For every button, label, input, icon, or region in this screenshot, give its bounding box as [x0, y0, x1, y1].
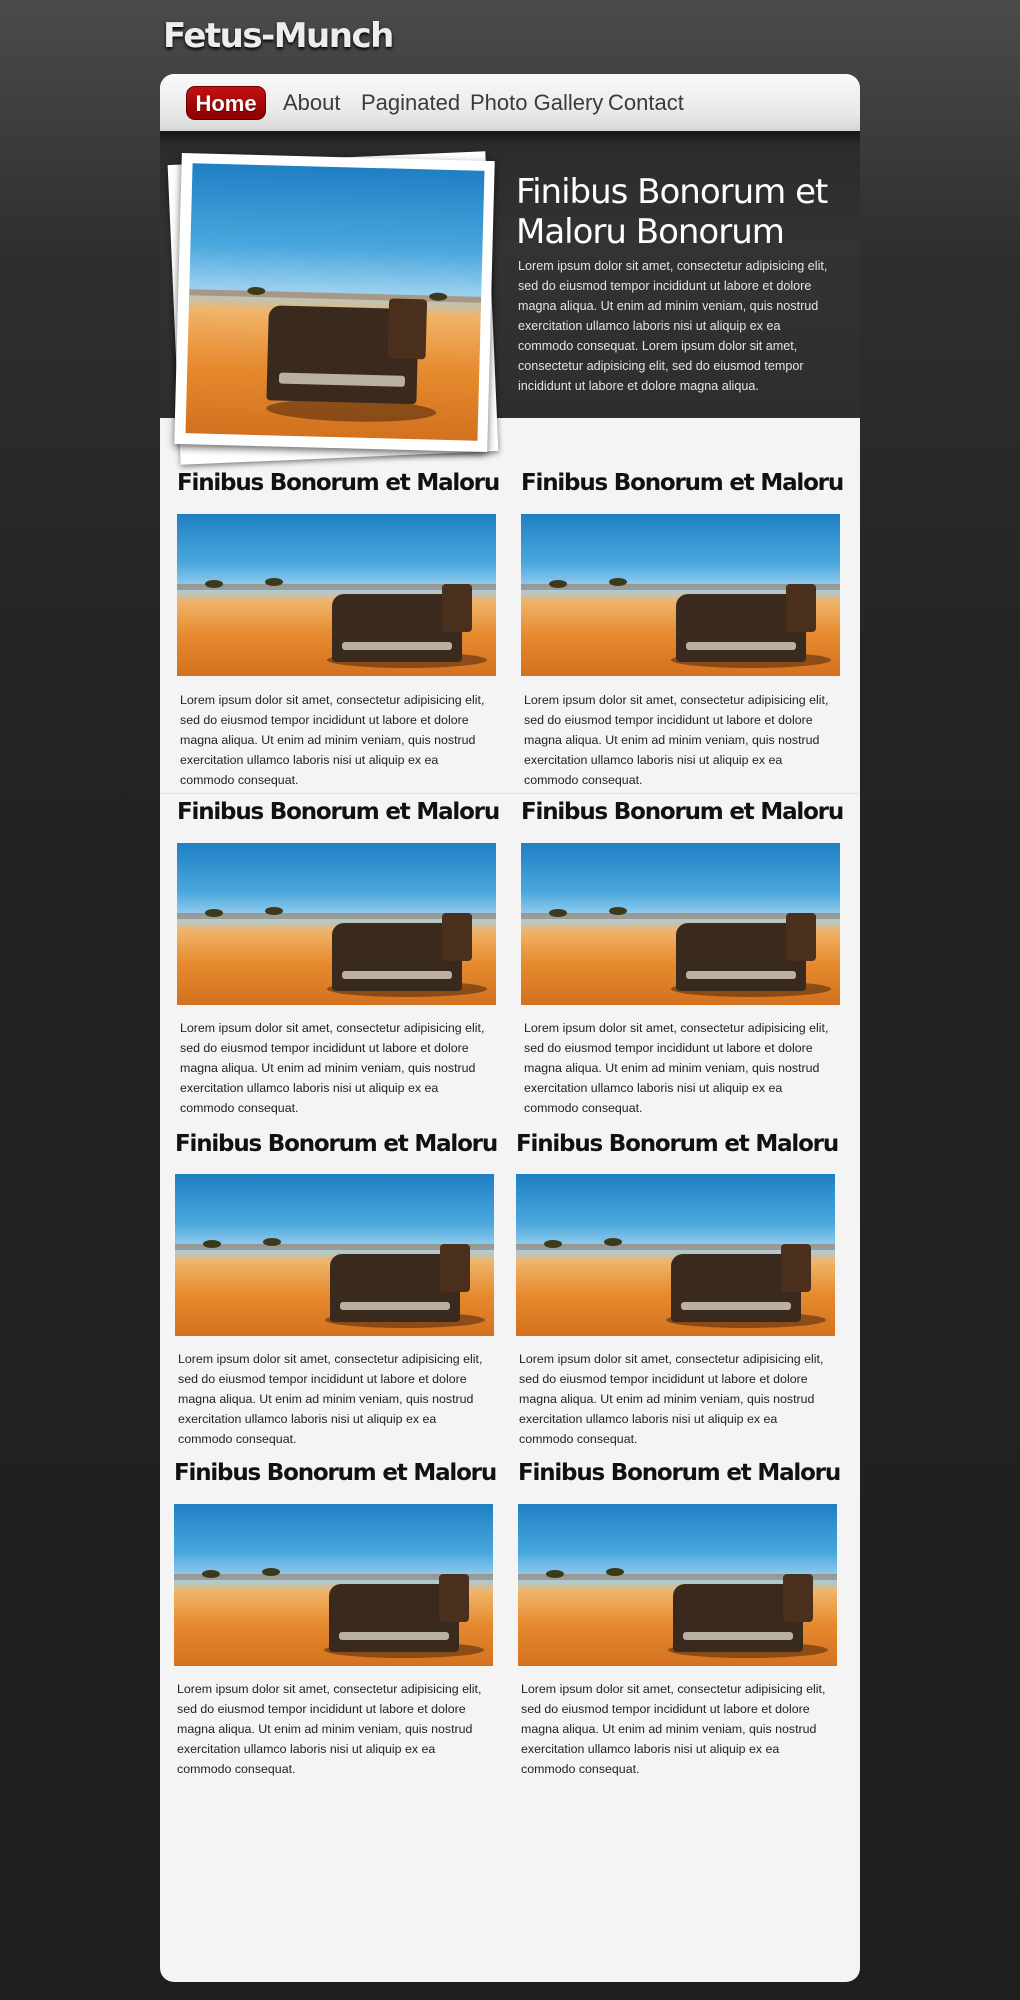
nav-item-contact[interactable]: Contact: [608, 86, 684, 120]
nav-item-about[interactable]: About: [283, 86, 341, 120]
nav-item-paginated[interactable]: Paginated: [361, 86, 460, 120]
row-divider: [160, 793, 860, 794]
post-title[interactable]: Finibus Bonorum et Maloru: [521, 799, 844, 825]
post-excerpt: Lorem ipsum dolor sit amet, consectetur …: [519, 1352, 824, 1446]
post-thumbnail[interactable]: [177, 514, 496, 676]
post-excerpt: Lorem ipsum dolor sit amet, consectetur …: [521, 1682, 826, 1776]
post-title[interactable]: Finibus Bonorum et Maloru: [521, 470, 844, 496]
post-thumbnail[interactable]: [521, 514, 840, 676]
post-thumbnail[interactable]: [177, 843, 496, 1005]
nav-item-photo-gallery[interactable]: Photo Gallery: [470, 86, 603, 120]
site-logo[interactable]: Fetus-Munch: [163, 16, 394, 56]
post-excerpt: Lorem ipsum dolor sit amet, consectetur …: [180, 693, 485, 787]
nav-item-home[interactable]: Home: [186, 86, 266, 120]
post-title[interactable]: Finibus Bonorum et Maloru: [177, 799, 500, 825]
post-excerpt: Lorem ipsum dolor sit amet, consectetur …: [180, 1021, 485, 1115]
banner-shadow: [160, 131, 860, 145]
post-excerpt: Lorem ipsum dolor sit amet, consectetur …: [524, 693, 829, 787]
post-title[interactable]: Finibus Bonorum et Maloru: [177, 470, 500, 496]
post-thumbnail[interactable]: [518, 1504, 837, 1666]
post-thumbnail[interactable]: [175, 1174, 494, 1336]
post-title[interactable]: Finibus Bonorum et Maloru: [175, 1131, 498, 1157]
post-title[interactable]: Finibus Bonorum et Maloru: [516, 1131, 839, 1157]
main-nav: Home About Paginated Photo Gallery Conta…: [160, 74, 860, 131]
post-title[interactable]: Finibus Bonorum et Maloru: [174, 1460, 497, 1486]
featured-excerpt: Lorem ipsum dolor sit amet, consectetur …: [518, 259, 828, 393]
post-thumbnail[interactable]: [174, 1504, 493, 1666]
post-excerpt: Lorem ipsum dolor sit amet, consectetur …: [178, 1352, 483, 1446]
featured-title[interactable]: Finibus Bonorum et Maloru Bonorum: [516, 172, 836, 252]
featured-photo: [185, 163, 485, 441]
post-title[interactable]: Finibus Bonorum et Maloru: [518, 1460, 841, 1486]
post-excerpt: Lorem ipsum dolor sit amet, consectetur …: [524, 1021, 829, 1115]
post-excerpt: Lorem ipsum dolor sit amet, consectetur …: [177, 1682, 482, 1776]
post-thumbnail[interactable]: [516, 1174, 835, 1336]
site-container: Home About Paginated Photo Gallery Conta…: [160, 74, 860, 1982]
featured-photo-frame[interactable]: [174, 152, 495, 453]
post-thumbnail[interactable]: [521, 843, 840, 1005]
